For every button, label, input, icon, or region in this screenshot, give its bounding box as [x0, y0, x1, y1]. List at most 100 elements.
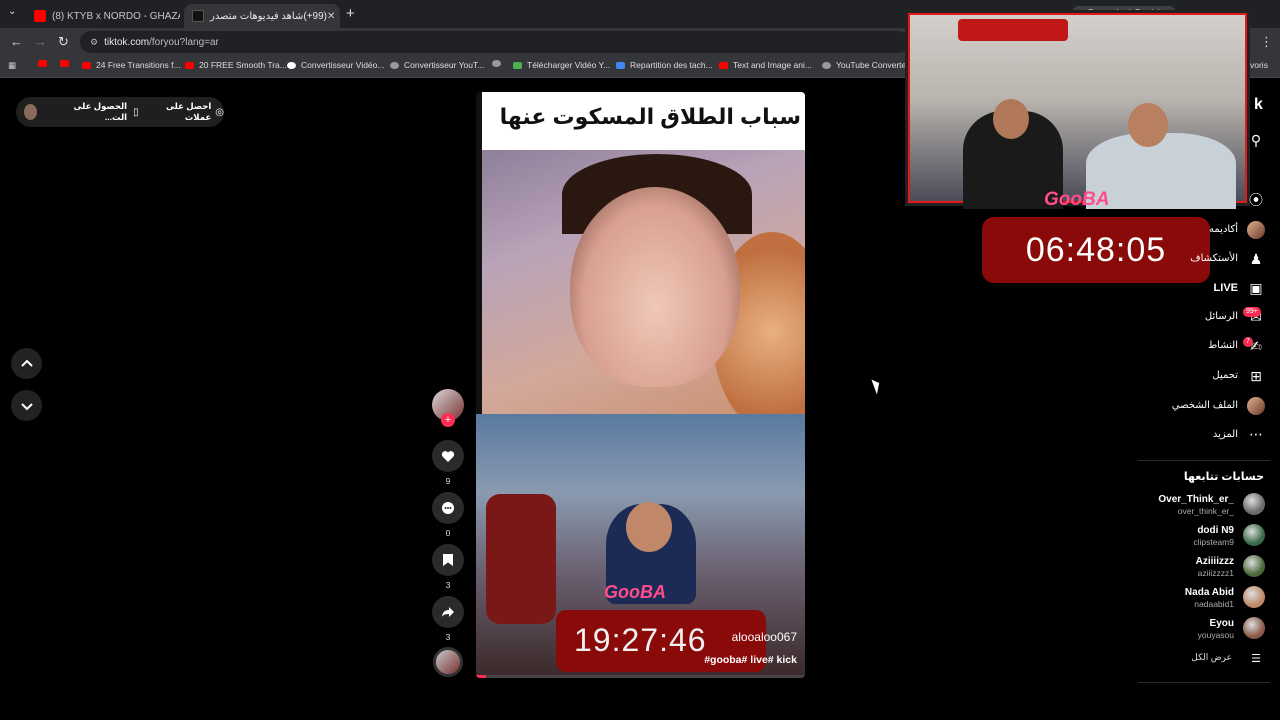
bookmark-label: Convertisseur Vidéo... — [301, 60, 385, 70]
comment-button[interactable] — [432, 492, 464, 524]
previous-video-button[interactable] — [11, 348, 42, 379]
account-avatar[interactable] — [1243, 524, 1265, 546]
comment-count: 0 — [445, 528, 451, 538]
bookmark-label: YouTube Converter — [836, 60, 910, 70]
bookmark-item[interactable] — [492, 60, 506, 67]
bookmark-item[interactable]: Repartition des tach... — [616, 60, 713, 70]
cam-brand: GooBA — [1044, 189, 1110, 210]
more-icon[interactable]: ⋯ — [1246, 424, 1266, 444]
site-info-icon[interactable]: ⚙ — [90, 37, 98, 48]
tiktok-logo-fragment[interactable]: k — [1254, 96, 1263, 114]
compass-icon[interactable]: ⦿ — [1246, 190, 1266, 210]
webcam-overlay: GooBA — [905, 10, 1250, 210]
comment-icon — [442, 502, 454, 514]
live-icon[interactable]: ▣ — [1246, 278, 1266, 298]
bookmark-item[interactable] — [60, 60, 74, 67]
account-handle: over_think_er_ — [1177, 506, 1234, 516]
get-app-button[interactable]: الحصول على الت... — [63, 101, 128, 123]
sidebar-item-label[interactable]: الأستكشاف — [1190, 253, 1238, 264]
account-name[interactable]: Aziiiizzz — [1196, 556, 1234, 567]
mouse-cursor — [871, 377, 883, 395]
google-icon — [287, 61, 296, 69]
sidebar-avatar[interactable] — [1247, 221, 1265, 239]
video-caption: gooba# live# kick# — [704, 654, 797, 666]
video-top-frame: سباب الطلاق المسكوت عنها — [482, 92, 805, 432]
account-name[interactable]: Eyou — [1210, 618, 1234, 629]
get-coins-button[interactable]: احصل على عملات — [151, 101, 211, 123]
upload-icon[interactable]: ⊞ — [1246, 366, 1266, 386]
following-title: حسابات تتابعها — [1183, 471, 1264, 483]
sidebar-item-label[interactable]: LIVE — [1214, 282, 1238, 294]
youtube-icon — [60, 60, 69, 67]
avatar[interactable] — [24, 104, 38, 120]
video-progress-fill — [476, 675, 486, 678]
url-path: /foryou?lang=ar — [149, 36, 219, 48]
browser-tab-youtube[interactable]: (8) KTYB x NORDO - GHAZALI ( ✕ — [26, 4, 180, 28]
reload-icon[interactable]: ↻ — [58, 34, 69, 50]
bookmark-item[interactable]: 20 FREE Smooth Tra... — [185, 60, 287, 70]
bookmark-label: Text and Image ani... — [733, 60, 812, 70]
streamer-figure — [1128, 103, 1168, 147]
list-icon: ☰ — [1251, 652, 1261, 665]
streamer-figure — [993, 99, 1029, 139]
all-bookmarks[interactable]: voris — [1250, 60, 1268, 70]
globe-icon — [390, 61, 399, 69]
sidebar-item-label[interactable]: الملف الشخصي — [1172, 400, 1238, 411]
forward-arrow-icon[interactable]: → — [34, 34, 47, 49]
account-name[interactable]: dodi N9 — [1197, 525, 1234, 536]
tab-search-chevron-icon[interactable]: ⌄ — [8, 6, 16, 17]
video-progress-bar[interactable] — [476, 675, 805, 678]
see-all-link[interactable]: عرض الكل — [1191, 652, 1232, 663]
search-icon[interactable]: ⚲ — [1246, 130, 1266, 150]
video-author[interactable]: alooaloo067 — [732, 630, 797, 644]
account-name[interactable]: Over_Think_er_ — [1158, 494, 1234, 505]
sidebar-item-label[interactable]: أكاديمه — [1209, 224, 1238, 235]
bookmark-label: Télécharger Vidéo Y... — [527, 60, 611, 70]
video-title-band: سباب الطلاق المسكوت عنها — [482, 92, 805, 150]
bookmark-item[interactable]: Convertisseur YouT... — [390, 60, 484, 70]
account-handle: nadaabid1 — [1194, 599, 1234, 609]
save-button[interactable] — [432, 544, 464, 576]
users-icon[interactable]: ♟ — [1246, 249, 1266, 269]
video-player[interactable]: سباب الطلاق المسكوت عنها 19:27:46 GooBA … — [476, 92, 805, 678]
account-avatar[interactable] — [1243, 493, 1265, 515]
browser-tab-tiktok[interactable]: (99+)شاهد فيديوهات متصدر ✕ — [184, 4, 340, 28]
bookmark-item[interactable]: 24 Free Transitions f... — [82, 60, 181, 70]
sidebar-item-label[interactable]: تحميل — [1212, 370, 1238, 381]
bookmark-item[interactable] — [38, 60, 52, 67]
bookmark-icon — [443, 554, 453, 566]
next-video-button[interactable] — [11, 390, 42, 421]
sidebar-item-label[interactable]: النشاط — [1208, 340, 1238, 351]
video-figure — [570, 187, 740, 387]
bookmark-item[interactable]: Télécharger Vidéo Y... — [513, 60, 610, 70]
globe-icon — [822, 61, 831, 69]
url-input[interactable]: ⚙ tiktok.com /foryou?lang=ar — [80, 31, 910, 53]
chevron-up-icon — [20, 359, 33, 367]
sidebar-item-label[interactable]: المزيد — [1213, 429, 1238, 440]
follow-plus-icon[interactable]: + — [441, 413, 455, 427]
browser-menu-icon[interactable]: ⋮ — [1260, 34, 1273, 50]
youtube-icon — [38, 60, 47, 67]
like-button[interactable] — [432, 440, 464, 472]
close-tab-icon[interactable]: ✕ — [327, 11, 335, 22]
apps-grid-icon[interactable]: ▦ — [8, 60, 16, 71]
account-avatar[interactable] — [1243, 617, 1265, 639]
bookmark-item[interactable]: Convertisseur Vidéo... — [287, 60, 384, 70]
account-handle: youyasou — [1197, 630, 1234, 640]
like-count: 9 — [445, 476, 451, 486]
heart-icon — [441, 450, 455, 462]
share-button[interactable] — [432, 596, 464, 628]
new-tab-button[interactable]: + — [346, 5, 355, 22]
back-arrow-icon[interactable]: ← — [10, 34, 23, 49]
sidebar-item-label[interactable]: الرسائل — [1205, 311, 1238, 322]
promo-pill: الحصول على الت... ▯ احصل على عملات ◎ — [16, 97, 224, 127]
account-name[interactable]: Nada Abid — [1185, 587, 1234, 598]
bookmark-item[interactable]: YouTube Converter — [822, 60, 909, 70]
profile-avatar[interactable] — [1247, 397, 1265, 415]
chevron-down-icon — [20, 402, 33, 410]
bookmark-item[interactable]: Text and Image ani... — [719, 60, 812, 70]
account-avatar[interactable] — [1243, 555, 1265, 577]
music-disc-icon[interactable] — [433, 647, 463, 677]
save-count: 3 — [445, 580, 451, 590]
account-avatar[interactable] — [1243, 586, 1265, 608]
